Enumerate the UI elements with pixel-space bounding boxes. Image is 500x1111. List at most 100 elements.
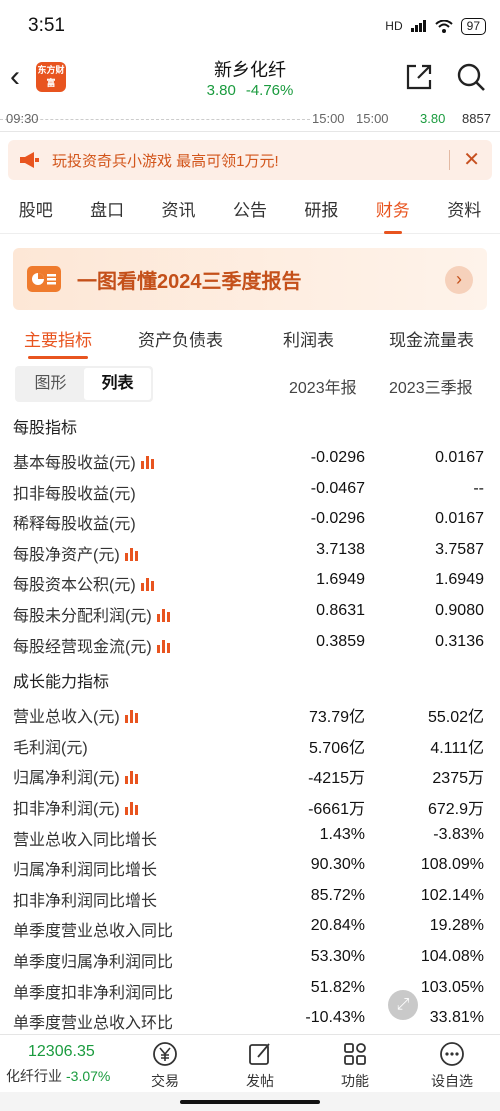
chevron-right-icon[interactable]: ›	[445, 266, 473, 294]
sector-index[interactable]: 12306.35 化纤行业 -3.07%	[6, 1043, 110, 1086]
stock-price: 3.80	[206, 82, 236, 99]
trade-icon	[153, 1042, 177, 1066]
table-row[interactable]: 每股净资产(元) 3.7138 3.7587	[0, 536, 500, 567]
row-value: 85.72%	[310, 886, 365, 904]
status-bar: 3:51 HD 97	[0, 0, 500, 52]
table-row[interactable]: 每股未分配利润(元) 0.8631 0.9080	[0, 597, 500, 628]
nav-post[interactable]: 发帖	[220, 1041, 300, 1091]
row-label: 毛利润(元)	[13, 739, 88, 757]
bar-chart-icon[interactable]	[120, 770, 138, 787]
bar-chart-icon[interactable]	[120, 547, 138, 564]
indicator-table: 每股指标 基本每股收益(元) -0.0296 0.0167 扣非每股收益(元) -0.04…	[0, 414, 500, 1035]
row-value: -0.0296	[310, 449, 365, 466]
row-value: 55.02亿	[427, 709, 484, 727]
row-label: 归属净利润(元)	[13, 764, 138, 788]
row-value: --	[473, 479, 484, 497]
tab-news[interactable]: 资讯	[162, 196, 196, 221]
wifi-icon	[434, 19, 453, 33]
signal-icon	[410, 20, 426, 32]
chart-end-time: 15:00	[312, 111, 345, 126]
bar-chart-icon[interactable]	[136, 455, 154, 472]
toggle-chart[interactable]: 图形	[17, 368, 84, 400]
table-row[interactable]: 归属净利润(元) -4215万 2375万	[0, 759, 500, 790]
table-row[interactable]: 基本每股收益(元) -0.0296 0.0167	[0, 444, 500, 475]
expand-icon[interactable]: ⤢	[388, 990, 418, 1020]
megaphone-icon	[20, 152, 39, 168]
promo-banner[interactable]: 玩投资奇兵小游戏 最高可领1万元! ✕	[8, 140, 492, 180]
row-label: 每股未分配利润(元)	[13, 602, 170, 626]
row-value: 1.6949	[435, 571, 484, 589]
report-card[interactable]: 一图看懂2024三季度报告 ›	[13, 248, 487, 310]
table-row[interactable]: 每股经营现金流(元) 0.3859 0.3136	[0, 628, 500, 659]
nav-functions[interactable]: 功能	[315, 1041, 395, 1091]
table-row[interactable]: 单季度扣非净利润同比 51.82% 103.05%	[0, 974, 500, 1005]
bar-chart-icon[interactable]	[120, 801, 138, 818]
search-icon[interactable]	[456, 62, 486, 92]
row-label: 营业总收入同比增长	[13, 831, 158, 849]
row-value: 73.79亿	[308, 709, 365, 727]
report-title: 一图看懂2024三季度报告	[77, 270, 302, 293]
row-value: 108.09%	[420, 856, 484, 874]
battery-icon: 97	[460, 17, 486, 35]
table-row[interactable]: 扣非净利润(元) -6661万 672.9万	[0, 790, 500, 821]
bar-chart-icon[interactable]	[152, 608, 170, 625]
row-label: 营业总收入(元)	[13, 703, 138, 727]
row-label: 基本每股收益(元)	[13, 449, 154, 473]
finance-subtabs: 主要指标 资产负债表 利润表 现金流量表	[0, 316, 500, 360]
report-chart-icon	[27, 266, 61, 292]
table-row[interactable]: 归属净利润同比增长 90.30% 108.09%	[0, 851, 500, 882]
table-row[interactable]: 扣非净利润同比增长 85.72% 102.14%	[0, 882, 500, 913]
main-tabs: 股吧 盘口 资讯 公告 研报 财务 资料	[0, 184, 500, 234]
tab-guba[interactable]: 股吧	[19, 196, 53, 221]
tab-announcements[interactable]: 公告	[233, 196, 267, 221]
tab-profile[interactable]: 资料	[447, 196, 481, 221]
bar-chart-icon[interactable]	[120, 709, 138, 726]
row-value: 19.28%	[429, 917, 484, 935]
view-toggle: 图形 列表	[15, 366, 153, 402]
row-value: -0.0467	[310, 479, 365, 497]
stock-header: ‹ 东方财富 新乡化纤 3.80 -4.76%	[0, 52, 500, 108]
tab-finance[interactable]: 财务	[376, 196, 410, 234]
bottom-bar: 12306.35 化纤行业 -3.07% 交易 发帖 功能 设自选	[0, 1034, 500, 1092]
table-row[interactable]: 单季度营业总收入环比 -10.43% 33.81%	[0, 1004, 500, 1035]
toggle-list[interactable]: 列表	[84, 368, 151, 400]
row-value: 104.08%	[420, 947, 484, 965]
close-icon[interactable]: ✕	[463, 147, 480, 172]
tab-pankou[interactable]: 盘口	[90, 196, 124, 221]
table-row[interactable]: 毛利润(元) 5.706亿 4.111亿	[0, 729, 500, 760]
row-value: 1.6949	[316, 571, 365, 589]
subtab-key-indicators[interactable]: 主要指标	[24, 326, 92, 359]
column-header: 2023三季报	[389, 380, 473, 397]
index-change: -3.07%	[66, 1068, 111, 1084]
tab-research[interactable]: 研报	[304, 196, 338, 221]
row-value: 0.8631	[316, 601, 365, 619]
nav-trade[interactable]: 交易	[125, 1041, 205, 1091]
row-value: 0.9080	[435, 601, 484, 619]
table-row[interactable]: 单季度营业总收入同比 20.84% 19.28%	[0, 912, 500, 943]
mini-chart-strip[interactable]: 09:30 15:00 15:00 3.80 8857	[0, 108, 500, 132]
bar-chart-icon[interactable]	[152, 639, 170, 656]
edit-icon	[249, 1043, 270, 1065]
subtab-balance-sheet[interactable]: 资产负债表	[138, 326, 223, 351]
section-title: 每股指标	[13, 420, 78, 437]
bar-chart-icon[interactable]	[136, 577, 154, 594]
table-row[interactable]: 每股资本公积(元) 1.6949 1.6949	[0, 566, 500, 597]
row-value: 2375万	[432, 770, 484, 788]
subtab-cash-flow[interactable]: 现金流量表	[389, 326, 474, 351]
row-label: 扣非净利润同比增长	[13, 892, 158, 910]
table-row[interactable]: 营业总收入同比增长 1.43% -3.83%	[0, 821, 500, 852]
grid-icon	[344, 1043, 366, 1065]
row-value: 51.82%	[310, 978, 365, 996]
view-row: 图形 列表 2023年报 2023三季报	[0, 364, 500, 412]
row-value: 102.14%	[420, 886, 484, 904]
share-icon[interactable]	[404, 62, 434, 92]
row-value: -6661万	[308, 800, 365, 818]
banner-text: 玩投资奇兵小游戏 最高可领1万元!	[52, 152, 279, 170]
table-row[interactable]: 稀释每股收益(元) -0.0296 0.0167	[0, 505, 500, 536]
table-row[interactable]: 扣非每股收益(元) -0.0467 --	[0, 475, 500, 506]
subtab-income-statement[interactable]: 利润表	[283, 326, 334, 351]
row-label: 每股资本公积(元)	[13, 571, 154, 595]
nav-add-watchlist[interactable]: 设自选	[412, 1041, 492, 1091]
table-row[interactable]: 营业总收入(元) 73.79亿 55.02亿	[0, 698, 500, 729]
table-row[interactable]: 单季度归属净利润同比 53.30% 104.08%	[0, 943, 500, 974]
